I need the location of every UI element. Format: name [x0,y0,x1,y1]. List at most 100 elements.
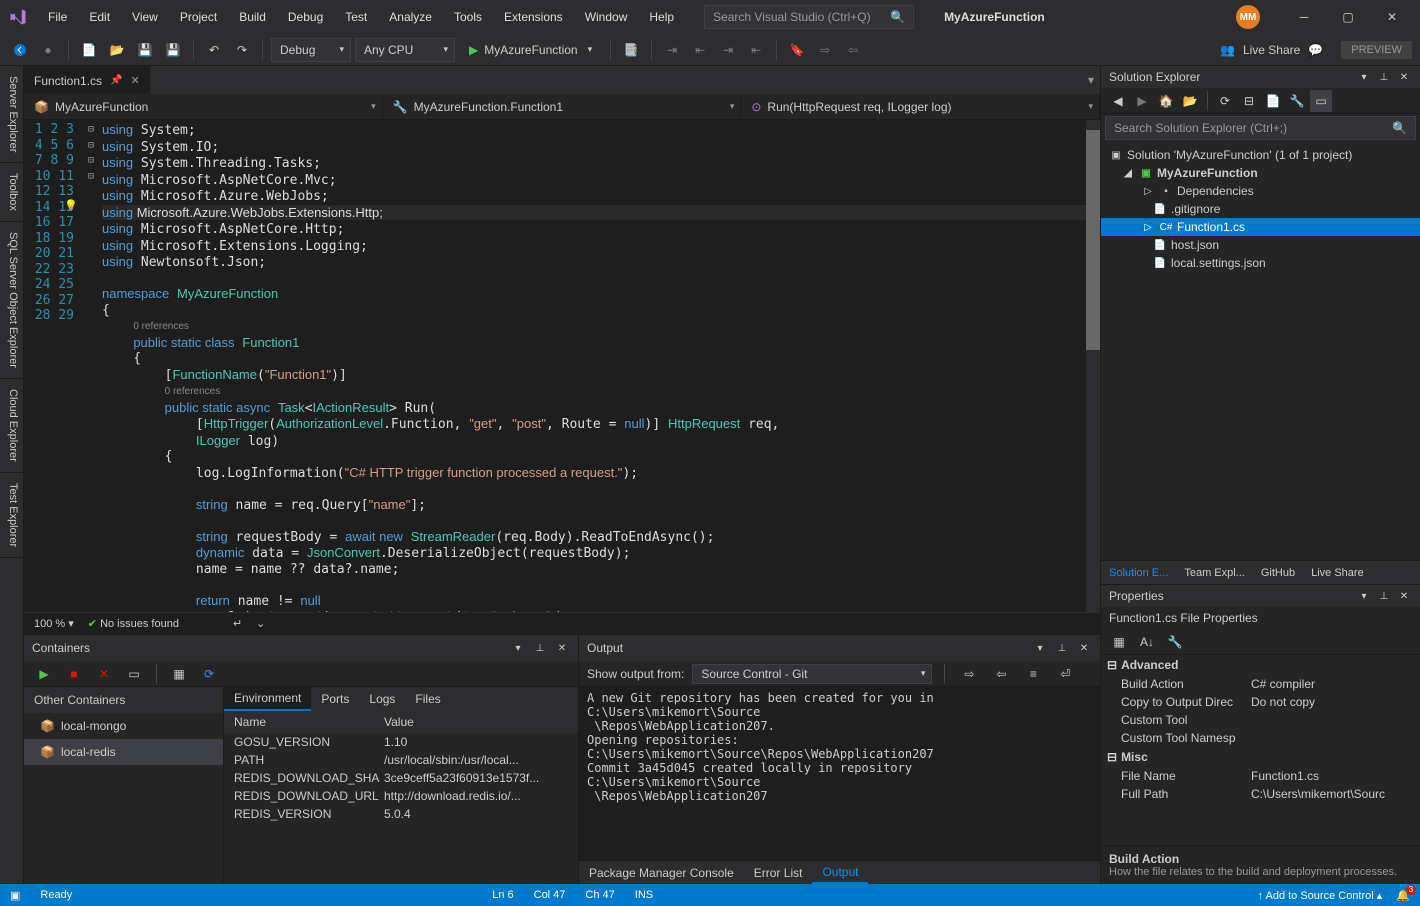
cloud-explorer-tab[interactable]: Cloud Explorer [0,379,23,473]
prop-wrench-icon[interactable]: 🔧 [1163,630,1187,654]
env-row[interactable]: GOSU_VERSION1.10 [224,733,578,751]
tab-github[interactable]: GitHub [1253,561,1303,584]
new-project-button[interactable]: 📄 [77,38,101,62]
env-row[interactable]: PATH/usr/local/sbin:/usr/local... [224,751,578,769]
container-item-mongo[interactable]: 📦local-mongo [24,713,223,739]
tab-files[interactable]: Files [405,687,450,711]
panel-dropdown-icon[interactable]: ▾ [1356,588,1372,604]
se-refresh-icon[interactable]: ⟳ [1214,90,1236,112]
close-button[interactable]: ✕ [1372,2,1412,32]
pin-icon[interactable]: 📌 [110,75,122,86]
nav-method-combo[interactable]: ⊙Run(HttpRequest req, ILogger log) [741,94,1100,119]
panel-close-icon[interactable]: ✕ [1076,640,1092,656]
tab-errorlist[interactable]: Error List [744,861,813,884]
maximize-button[interactable]: ▢ [1328,2,1368,32]
feedback-icon[interactable]: 💬 [1308,43,1323,57]
panel-dropdown-icon[interactable]: ▾ [1032,640,1048,656]
tree-hostjson[interactable]: 📄host.json [1101,236,1420,254]
tab-liveshare[interactable]: Live Share [1303,561,1372,584]
toolbox-tab[interactable]: Toolbox [0,163,23,222]
solution-search[interactable]: Search Solution Explorer (Ctrl+;) 🔍 [1105,116,1416,140]
prop-row[interactable]: Custom Tool [1101,711,1420,729]
panel-pin-icon[interactable]: ⊥ [1376,588,1392,604]
expand-icon[interactable]: ◢ [1121,168,1135,179]
se-home-icon[interactable]: 🏠 [1155,90,1177,112]
se-showall-icon[interactable]: 📄 [1262,90,1284,112]
menu-extensions[interactable]: Extensions [494,4,573,30]
prop-category-misc[interactable]: ⊟Misc [1101,747,1420,767]
prop-row[interactable]: Custom Tool Namesp [1101,729,1420,747]
se-sync-icon[interactable]: 📂 [1179,90,1201,112]
tab-logs[interactable]: Logs [359,687,405,711]
prop-category-advanced[interactable]: ⊟Advanced [1101,655,1420,675]
se-fwd-icon[interactable]: ▶ [1131,90,1153,112]
expand-icon[interactable]: ▷ [1141,186,1155,197]
panel-dropdown-icon[interactable]: ▾ [1356,69,1372,85]
collapse-icon[interactable]: ⊟ [1107,658,1117,672]
prop-alpha-icon[interactable]: A↓ [1135,630,1159,654]
caret-row-icon[interactable]: ⌄ [256,617,265,630]
nav-project-combo[interactable]: 📦MyAzureFunction [24,94,383,119]
notifications-icon[interactable]: 🔔3 [1396,889,1410,902]
start-debugging-button[interactable]: ▶ MyAzureFunction ▾ [459,38,602,62]
col-value[interactable]: Value [384,715,414,729]
step-button-4[interactable]: ⇤ [744,38,768,62]
server-explorer-tab[interactable]: Server Explorer [0,66,23,163]
crlf-icon[interactable]: ↵ [233,617,242,630]
env-row[interactable]: REDIS_DOWNLOAD_URLhttp://download.redis.… [224,787,578,805]
tab-ports[interactable]: Ports [311,687,359,711]
editor-scrollbar[interactable] [1086,120,1100,612]
step-button-2[interactable]: ⇤ [688,38,712,62]
menu-window[interactable]: Window [575,4,638,30]
col-name[interactable]: Name [234,715,384,729]
tree-solution-root[interactable]: ▣Solution 'MyAzureFunction' (1 of 1 proj… [1101,146,1420,164]
prop-row[interactable]: Build ActionC# compiler [1101,675,1420,693]
menu-tools[interactable]: Tools [444,4,492,30]
panel-close-icon[interactable]: ✕ [554,640,570,656]
bookmark-button[interactable]: 🔖 [785,38,809,62]
open-file-button[interactable]: 📂 [105,38,129,62]
sql-server-tab[interactable]: SQL Server Object Explorer [0,222,23,379]
menu-test[interactable]: Test [335,4,377,30]
env-row[interactable]: REDIS_DOWNLOAD_SHA3ce9ceff5a23f60913e157… [224,769,578,787]
env-row[interactable]: REDIS_VERSION5.0.4 [224,805,578,823]
expand-icon[interactable]: ▷ [1141,222,1155,233]
container-item-redis[interactable]: 📦local-redis [24,739,223,765]
fold-column[interactable]: ⊟ ⊟ ⊟ ⊟ [84,120,98,612]
menu-analyze[interactable]: Analyze [379,4,442,30]
tree-function1[interactable]: ▷C#Function1.cs [1101,218,1420,236]
tree-localsettings[interactable]: 📄local.settings.json [1101,254,1420,272]
tree-dependencies[interactable]: ▷▪Dependencies [1101,182,1420,200]
panel-pin-icon[interactable]: ⊥ [1054,640,1070,656]
bookmark-prev[interactable]: ⇦ [841,38,865,62]
nav-class-combo[interactable]: 🔧MyAzureFunction.Function1 [383,94,742,119]
tree-gitignore[interactable]: 📄.gitignore [1101,200,1420,218]
output-find-icon[interactable]: ⇦ [989,662,1013,686]
collapse-icon[interactable]: ⊟ [1107,750,1117,764]
container-terminal-icon[interactable]: ▭ [122,662,146,686]
nav-forward-button[interactable]: ● [36,38,60,62]
user-avatar[interactable]: MM [1236,5,1260,29]
container-start-icon[interactable]: ▶ [32,662,56,686]
undo-button[interactable]: ↶ [202,38,226,62]
step-button-3[interactable]: ⇥ [716,38,740,62]
tab-overflow-icon[interactable]: ▾ [1082,66,1100,94]
live-share-button[interactable]: Live Share [1243,43,1300,57]
close-tab-icon[interactable]: ✕ [131,74,140,87]
output-goto-icon[interactable]: ⇨ [957,662,981,686]
output-text[interactable]: A new Git repository has been created fo… [579,687,1100,860]
se-collapse-icon[interactable]: ⊟ [1238,90,1260,112]
prop-row[interactable]: Copy to Output DirecDo not copy [1101,693,1420,711]
file-tab-function1[interactable]: Function1.cs 📌 ✕ [24,66,150,94]
tab-team-explorer[interactable]: Team Expl... [1176,561,1253,584]
platform-combo[interactable]: Any CPU [355,38,455,62]
add-source-control-button[interactable]: ↑ Add to Source Control ▴ [1258,889,1383,902]
quick-launch-search[interactable]: Search Visual Studio (Ctrl+Q) 🔍 [704,5,914,29]
configuration-combo[interactable]: Debug [271,38,351,62]
container-view-icon[interactable]: ▦ [167,662,191,686]
panel-pin-icon[interactable]: ⊥ [532,640,548,656]
toolbar-button-1[interactable]: 📑 [619,38,643,62]
code-text[interactable]: using System; using System.IO; using Sys… [98,120,1086,612]
output-clear-icon[interactable]: ≡ [1021,662,1045,686]
save-button[interactable]: 💾 [133,38,157,62]
